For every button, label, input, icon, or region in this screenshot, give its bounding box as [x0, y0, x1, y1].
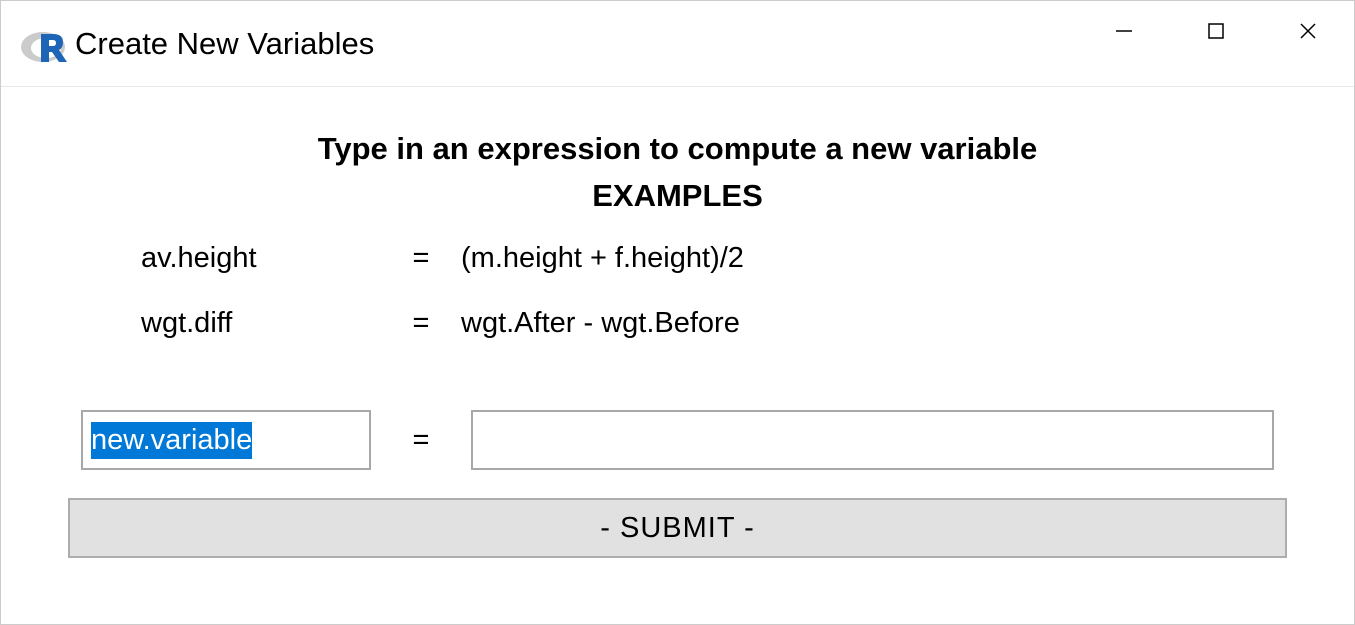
example-var-name: wgt.diff — [141, 307, 391, 340]
equals-sign: = — [391, 242, 451, 275]
window-controls — [1078, 1, 1354, 86]
equals-sign: = — [371, 424, 471, 457]
example-expression: (m.height + f.height)/2 — [451, 242, 1302, 275]
example-var-name: av.height — [141, 242, 391, 275]
variable-name-input[interactable]: new.variable — [81, 410, 371, 470]
example-row: av.height = (m.height + f.height)/2 — [141, 242, 1302, 275]
minimize-button[interactable] — [1078, 1, 1170, 61]
window-title: Create New Variables — [75, 26, 1078, 62]
submit-button[interactable]: - SUBMIT - — [68, 498, 1287, 558]
instruction-heading: Type in an expression to compute a new v… — [318, 127, 1038, 170]
close-button[interactable] — [1262, 1, 1354, 61]
selected-text: new.variable — [91, 422, 252, 459]
example-row: wgt.diff = wgt.After - wgt.Before — [141, 307, 1302, 340]
dialog-content: Type in an expression to compute a new v… — [1, 87, 1354, 624]
examples-heading: EXAMPLES — [592, 178, 763, 214]
maximize-button[interactable] — [1170, 1, 1262, 61]
equals-sign: = — [391, 307, 451, 340]
input-row: new.variable = — [53, 410, 1302, 470]
examples-block: av.height = (m.height + f.height)/2 wgt.… — [53, 242, 1302, 340]
r-app-icon — [19, 20, 67, 68]
expression-input[interactable] — [471, 410, 1274, 470]
example-expression: wgt.After - wgt.Before — [451, 307, 1302, 340]
titlebar: Create New Variables — [1, 1, 1354, 87]
dialog-window: Create New Variables Type in an expressi… — [0, 0, 1355, 625]
